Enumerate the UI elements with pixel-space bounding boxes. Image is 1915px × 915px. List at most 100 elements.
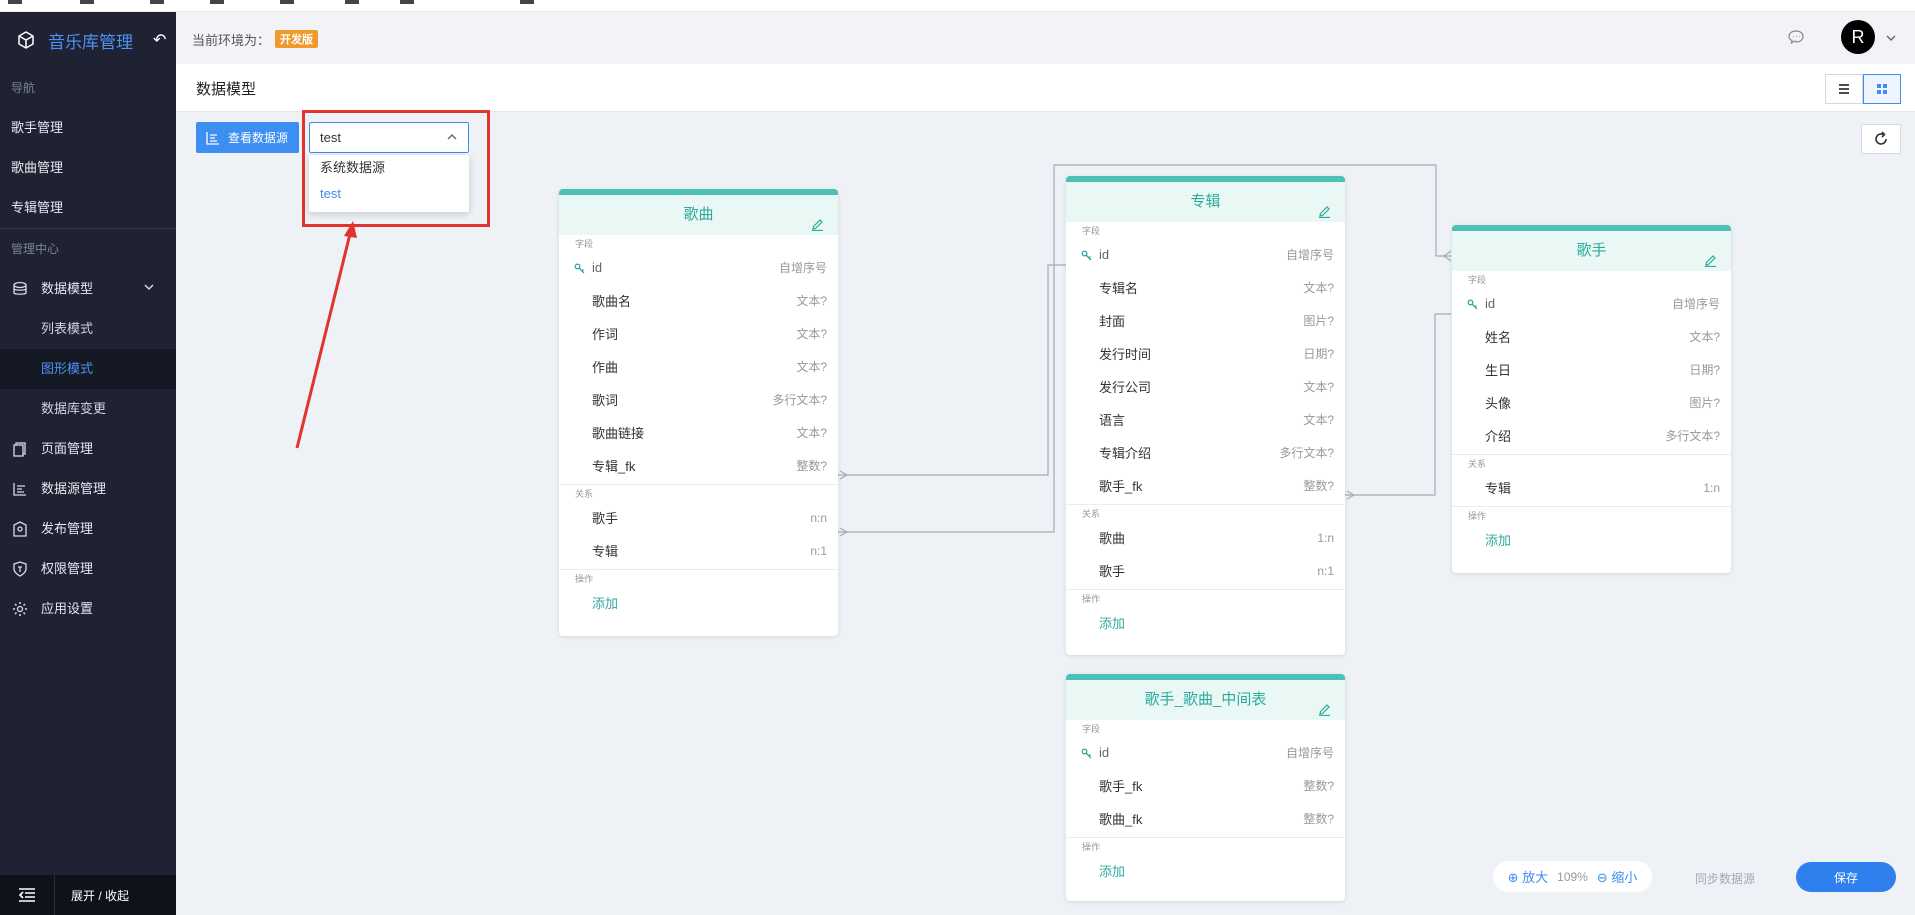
section-nav: 导航 — [11, 81, 36, 95]
field-type: 多行文本? — [772, 393, 827, 407]
field-row[interactable]: id 自增序号 — [559, 251, 838, 284]
relation-row[interactable]: 歌手 n:1 — [1066, 554, 1345, 587]
edit-icon[interactable] — [1318, 194, 1331, 234]
sidebar-item-graph-mode[interactable]: 图形模式 — [0, 349, 176, 389]
add-field-button[interactable]: 添加 — [1452, 523, 1731, 559]
field-row[interactable]: 发行公司 文本? — [1066, 370, 1345, 403]
actions-label: 操作 — [575, 574, 594, 584]
sidebar-toggle[interactable]: 展开 / 收起 — [0, 875, 176, 915]
sync-datasource-button[interactable]: 同步数据源 — [1695, 870, 1755, 887]
field-row[interactable]: 作词 文本? — [559, 317, 838, 350]
dropdown-option[interactable]: 系统数据源 — [309, 155, 469, 181]
field-row[interactable]: id 自增序号 — [1066, 238, 1345, 271]
actions-label: 操作 — [1468, 511, 1487, 521]
sidebar-item-list-mode[interactable]: 列表模式 — [0, 309, 176, 349]
field-row[interactable]: 歌手_fk 整数? — [1066, 469, 1345, 502]
zoom-out-button[interactable]: ⊖ 缩小 — [1597, 867, 1638, 886]
grid-icon — [1877, 84, 1887, 94]
field-row[interactable]: 作曲 文本? — [559, 350, 838, 383]
field-type: 自增序号 — [1285, 746, 1334, 760]
refresh-icon — [1875, 131, 1887, 145]
zoom-level: 109% — [1557, 869, 1588, 884]
avatar[interactable]: R — [1841, 20, 1875, 54]
edit-icon[interactable] — [811, 207, 824, 247]
field-type: 文本? — [796, 360, 827, 374]
field-row[interactable]: id 自增序号 — [1066, 736, 1345, 769]
relation-row[interactable]: 歌手 n:n — [559, 501, 838, 534]
relation-row[interactable]: 歌曲 1:n — [1066, 521, 1345, 554]
table-title: 专辑 — [1190, 193, 1221, 210]
field-row[interactable]: id 自增序号 — [1452, 287, 1731, 320]
field-row[interactable]: 生日 日期? — [1452, 353, 1731, 386]
cube-icon — [18, 31, 34, 49]
field-row[interactable]: 头像 图片? — [1452, 386, 1731, 419]
relation-row[interactable]: 专辑 n:1 — [559, 534, 838, 567]
field-name: 发行时间 — [1099, 347, 1152, 362]
grid-view-button[interactable] — [1863, 74, 1901, 104]
relation-row[interactable]: 专辑 1:n — [1452, 471, 1731, 504]
add-field-button[interactable]: 添加 — [1066, 606, 1345, 642]
sidebar-item-publish-mgmt[interactable]: 发布管理 — [0, 509, 176, 549]
sidebar-item-singers[interactable]: 歌手管理 — [0, 108, 176, 148]
sidebar-item-label: 数据源管理 — [41, 481, 107, 496]
chevron-down-icon[interactable] — [1885, 32, 1897, 44]
field-type: 自增序号 — [778, 261, 827, 275]
relation-type: n:1 — [1317, 563, 1334, 578]
field-row[interactable]: 封面 图片? — [1066, 304, 1345, 337]
field-row[interactable]: 语言 文本? — [1066, 403, 1345, 436]
actions-label: 操作 — [1082, 842, 1101, 852]
field-type: 日期? — [1689, 363, 1720, 377]
table-title: 歌手_歌曲_中间表 — [1144, 691, 1267, 708]
gear-icon — [13, 602, 27, 616]
relations-label: 关系 — [1468, 459, 1487, 469]
sidebar-item-db-changes[interactable]: 数据库变更 — [0, 389, 176, 429]
field-name: 歌词 — [592, 393, 619, 408]
dropdown-option[interactable]: test — [309, 181, 469, 207]
view-datasource-label: 查看数据源 — [228, 131, 289, 145]
relations-label: 关系 — [575, 489, 594, 499]
field-type: 文本? — [1303, 281, 1334, 295]
field-type: 文本? — [1303, 413, 1334, 427]
sidebar-item-data-model[interactable]: 数据模型 — [0, 269, 176, 309]
sidebar-item-datasource-mgmt[interactable]: 数据源管理 — [0, 469, 176, 509]
list-view-button[interactable] — [1825, 74, 1863, 104]
field-row[interactable]: 歌词 多行文本? — [559, 383, 838, 416]
field-row[interactable]: 歌手_fk 整数? — [1066, 769, 1345, 802]
field-row[interactable]: 专辑介绍 多行文本? — [1066, 436, 1345, 469]
field-row[interactable]: 介绍 多行文本? — [1452, 419, 1731, 452]
edit-icon[interactable] — [1318, 692, 1331, 732]
edit-icon[interactable] — [1704, 243, 1717, 283]
save-button[interactable]: 保存 — [1796, 862, 1896, 892]
zoom-in-button[interactable]: ⊕ 放大 — [1508, 867, 1549, 886]
sidebar-item-permission-mgmt[interactable]: 权限管理 — [0, 549, 176, 589]
field-name: id — [1485, 296, 1496, 311]
field-row[interactable]: 歌曲_fk 整数? — [1066, 802, 1345, 835]
zoom-control: ⊕ 放大 109% ⊖ 缩小 — [1493, 861, 1652, 892]
field-name: 发行公司 — [1099, 380, 1152, 395]
add-field-button[interactable]: 添加 — [1066, 854, 1345, 890]
sidebar-item-albums[interactable]: 专辑管理 — [0, 188, 176, 228]
field-name: 歌曲_fk — [1099, 812, 1143, 827]
field-type: 图片? — [1689, 396, 1720, 410]
field-name: 歌曲链接 — [592, 426, 645, 441]
field-row[interactable]: 发行时间 日期? — [1066, 337, 1345, 370]
datasource-select[interactable]: test — [309, 122, 469, 153]
sidebar-item-songs[interactable]: 歌曲管理 — [0, 148, 176, 188]
datasource-dropdown: 系统数据源 test — [309, 155, 469, 212]
sidebar-item-page-mgmt[interactable]: 页面管理 — [0, 429, 176, 469]
field-row[interactable]: 姓名 文本? — [1452, 320, 1731, 353]
field-row[interactable]: 专辑名 文本? — [1066, 271, 1345, 304]
env-label: 当前环境为： — [192, 33, 271, 48]
field-row[interactable]: 歌曲名 文本? — [559, 284, 838, 317]
message-icon[interactable] — [1787, 29, 1805, 45]
view-datasource-button[interactable]: 查看数据源 — [196, 122, 299, 153]
key-icon — [1081, 747, 1092, 762]
back-icon[interactable]: ↶ — [153, 30, 166, 50]
table-title: 歌曲 — [683, 206, 714, 223]
sidebar-item-app-settings[interactable]: 应用设置 — [0, 589, 176, 629]
field-name: 作曲 — [592, 360, 619, 375]
field-row[interactable]: 歌曲链接 文本? — [559, 416, 838, 449]
refresh-button[interactable] — [1861, 124, 1901, 154]
add-field-button[interactable]: 添加 — [559, 586, 838, 622]
field-row[interactable]: 专辑_fk 整数? — [559, 449, 838, 482]
